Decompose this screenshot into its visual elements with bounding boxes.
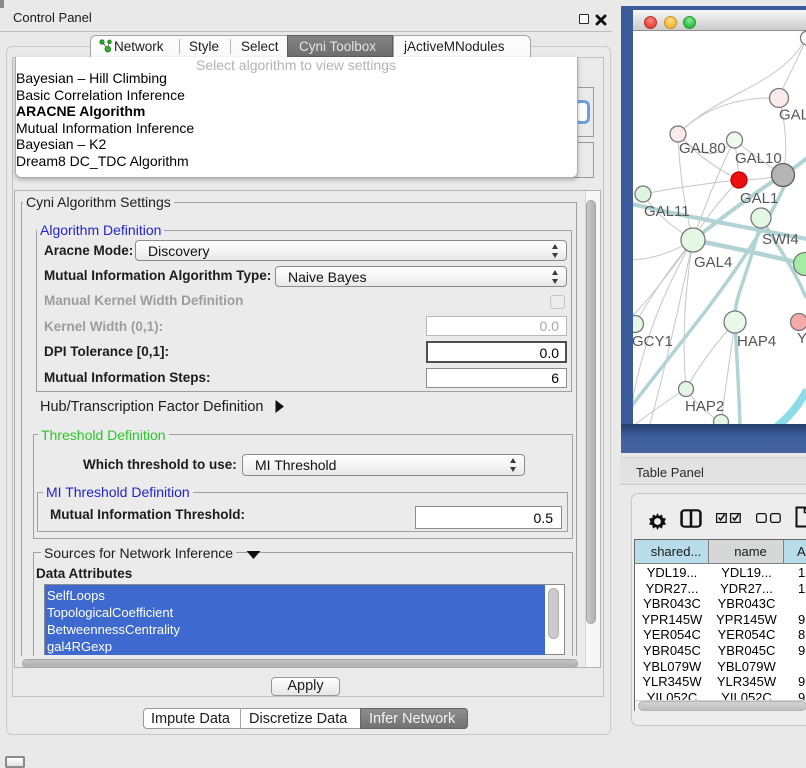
svg-text:HAP4: HAP4 [737,333,776,350]
svg-text:GAL7: GAL7 [779,107,806,124]
svg-text:SWI4: SWI4 [762,231,799,248]
svg-text:GCY1: GCY1 [633,333,673,350]
svg-text:GAL80: GAL80 [679,140,726,157]
svg-text:Y: Y [797,330,806,347]
svg-text:GAL10: GAL10 [735,150,782,167]
svg-text:GAL1: GAL1 [740,190,778,207]
svg-text:GAL11: GAL11 [644,203,690,220]
svg-text:GAL4: GAL4 [694,254,732,271]
svg-text:HAP2: HAP2 [685,398,724,415]
